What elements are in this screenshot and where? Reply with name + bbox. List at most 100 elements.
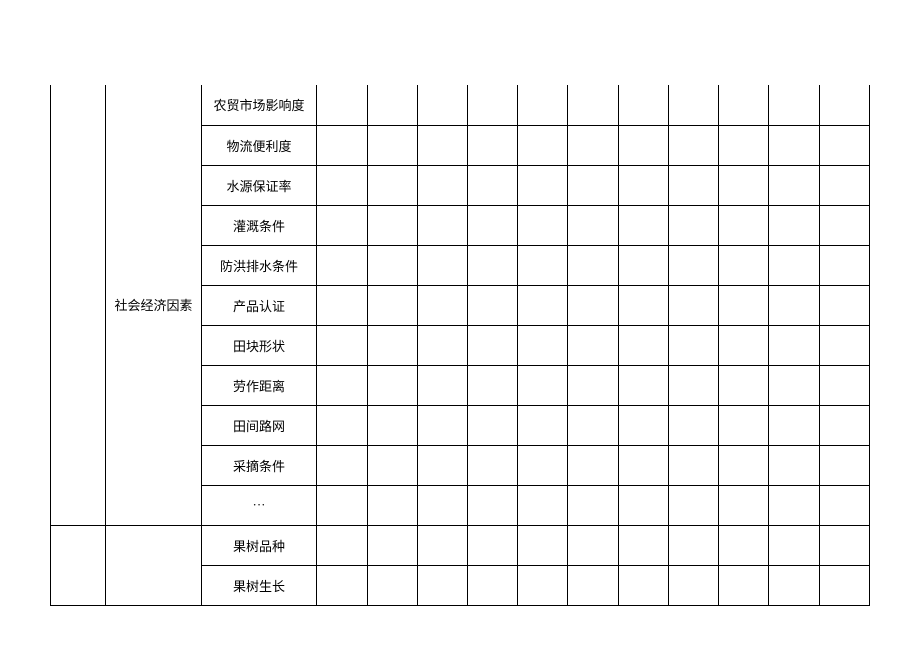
data-cell (668, 85, 718, 125)
data-cell (317, 365, 367, 405)
data-cell (819, 165, 869, 205)
data-cell (518, 165, 568, 205)
item-label: 灌溉条件 (201, 205, 317, 245)
data-cell (467, 165, 517, 205)
data-cell (769, 125, 819, 165)
data-cell (317, 445, 367, 485)
data-cell (668, 445, 718, 485)
data-cell (568, 205, 618, 245)
data-cell (417, 365, 467, 405)
data-cell (819, 85, 869, 125)
data-cell (819, 325, 869, 365)
blank-category-col (51, 85, 106, 525)
data-cell (417, 445, 467, 485)
data-cell (518, 445, 568, 485)
data-cell (819, 485, 869, 525)
item-label: 果树生长 (201, 565, 317, 605)
data-cell (568, 285, 618, 325)
data-cell (317, 85, 367, 125)
data-cell (769, 405, 819, 445)
table-row: 社会经济因素 农贸市场影响度 (51, 85, 870, 125)
data-cell (568, 245, 618, 285)
data-cell (618, 325, 668, 365)
data-cell (769, 285, 819, 325)
data-cell (819, 365, 869, 405)
data-cell (417, 485, 467, 525)
data-cell (769, 445, 819, 485)
data-cell (618, 405, 668, 445)
data-cell (417, 525, 467, 565)
data-cell (769, 245, 819, 285)
data-cell (819, 405, 869, 445)
data-cell (317, 205, 367, 245)
evaluation-table: 社会经济因素 农贸市场影响度 物流便利度 (50, 85, 870, 606)
data-cell (719, 285, 769, 325)
data-cell (719, 405, 769, 445)
data-cell (568, 405, 618, 445)
data-cell (417, 325, 467, 365)
data-cell (668, 405, 718, 445)
data-cell (719, 165, 769, 205)
data-cell (719, 485, 769, 525)
data-cell (618, 205, 668, 245)
data-cell (518, 405, 568, 445)
data-cell (568, 525, 618, 565)
data-cell (819, 525, 869, 565)
data-cell (769, 565, 819, 605)
table-row: 果树品种 (51, 525, 870, 565)
data-cell (819, 565, 869, 605)
data-cell (518, 565, 568, 605)
data-cell (668, 365, 718, 405)
item-label: 果树品种 (201, 525, 317, 565)
data-cell (618, 565, 668, 605)
data-cell (417, 405, 467, 445)
data-cell (668, 125, 718, 165)
data-cell (568, 85, 618, 125)
data-cell (769, 325, 819, 365)
blank-category-col (51, 525, 106, 605)
data-cell (719, 445, 769, 485)
data-cell (317, 245, 367, 285)
data-cell (618, 365, 668, 405)
item-label: 采摘条件 (201, 445, 317, 485)
category-cell: 社会经济因素 (106, 85, 201, 525)
data-cell (769, 85, 819, 125)
data-cell (668, 285, 718, 325)
data-cell (668, 485, 718, 525)
data-cell (769, 365, 819, 405)
data-cell (618, 285, 668, 325)
data-cell (568, 485, 618, 525)
item-label: ··· (201, 485, 317, 525)
data-cell (417, 565, 467, 605)
data-cell (518, 85, 568, 125)
data-cell (618, 445, 668, 485)
data-cell (417, 205, 467, 245)
data-cell (719, 525, 769, 565)
item-label: 田间路网 (201, 405, 317, 445)
data-cell (719, 245, 769, 285)
item-label: 物流便利度 (201, 125, 317, 165)
data-cell (668, 205, 718, 245)
data-cell (467, 325, 517, 365)
data-cell (618, 525, 668, 565)
data-cell (568, 325, 618, 365)
data-cell (467, 525, 517, 565)
data-cell (668, 165, 718, 205)
data-cell (417, 85, 467, 125)
data-cell (568, 445, 618, 485)
item-label: 田块形状 (201, 325, 317, 365)
data-cell (518, 285, 568, 325)
item-label: 劳作距离 (201, 365, 317, 405)
data-cell (668, 565, 718, 605)
data-cell (367, 445, 417, 485)
data-cell (819, 245, 869, 285)
data-cell (467, 445, 517, 485)
data-cell (417, 125, 467, 165)
data-cell (317, 165, 367, 205)
data-cell (367, 245, 417, 285)
data-cell (367, 165, 417, 205)
data-cell (467, 485, 517, 525)
data-cell (367, 85, 417, 125)
data-cell (819, 125, 869, 165)
data-cell (568, 565, 618, 605)
